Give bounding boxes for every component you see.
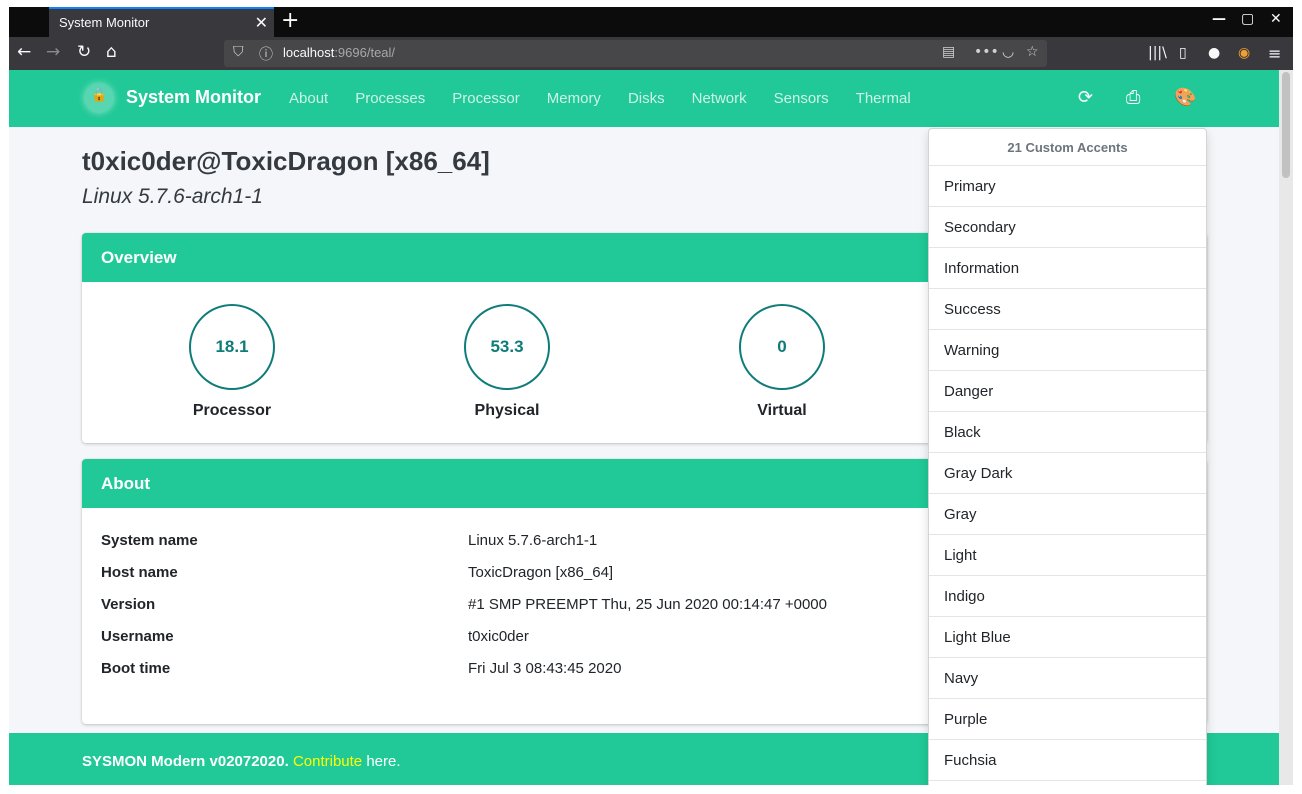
physical-gauge: 53.3 Physical bbox=[417, 304, 597, 420]
minimize-icon[interactable]: — bbox=[1212, 11, 1226, 27]
contribute-link[interactable]: Contribute bbox=[293, 753, 362, 770]
lock-logo-icon bbox=[85, 84, 113, 112]
page-scrollbar[interactable] bbox=[1279, 70, 1293, 785]
accent-option-information[interactable]: Information bbox=[929, 248, 1206, 289]
accent-option-secondary[interactable]: Secondary bbox=[929, 207, 1206, 248]
nav-link-disks[interactable]: Disks bbox=[628, 90, 665, 107]
accent-option-danger[interactable]: Danger bbox=[929, 371, 1206, 412]
page-title: t0xic0der@ToxicDragon [x86_64] bbox=[82, 146, 490, 176]
accent-option-indigo[interactable]: Indigo bbox=[929, 576, 1206, 617]
new-tab-button[interactable]: + bbox=[281, 8, 299, 33]
about-key: Host name bbox=[101, 564, 178, 581]
accent-option-fuchsia[interactable]: Fuchsia bbox=[929, 740, 1206, 781]
about-key: Username bbox=[101, 628, 174, 645]
gauge-value: 18.1 bbox=[189, 304, 275, 390]
browser-toolbar: ← → ↻ ⌂ ⛉ ⓘ localhost:9696/teal/ ▤ ••• ◡… bbox=[9, 37, 1293, 70]
footer-version: SYSMON Modern v02072020. bbox=[82, 753, 289, 770]
about-value: Fri Jul 3 08:43:45 2020 bbox=[468, 660, 622, 677]
home-icon[interactable]: ⌂ bbox=[106, 42, 117, 62]
about-value: ToxicDragon [x86_64] bbox=[468, 564, 614, 581]
accent-option-light-blue[interactable]: Light Blue bbox=[929, 617, 1206, 658]
reload-icon[interactable]: ↻ bbox=[77, 42, 91, 62]
palette-icon[interactable]: 🎨 bbox=[1174, 87, 1196, 108]
extension-icon[interactable]: ◉ bbox=[1238, 45, 1250, 61]
accent-option-purple[interactable]: Purple bbox=[929, 699, 1206, 740]
info-icon[interactable]: ⓘ bbox=[259, 44, 273, 64]
gauge-label: Virtual bbox=[757, 402, 807, 419]
bookmark-star-icon[interactable]: ☆ bbox=[1026, 44, 1039, 60]
about-key: Version bbox=[101, 596, 156, 613]
about-value: t0xic0der bbox=[468, 628, 529, 645]
tab-close-icon[interactable]: ✕ bbox=[255, 13, 268, 32]
page-actions-icon[interactable]: ••• bbox=[974, 44, 999, 60]
accent-option-navy[interactable]: Navy bbox=[929, 658, 1206, 699]
accent-dropdown-header: 21 Custom Accents bbox=[929, 129, 1206, 166]
gauge-label: Processor bbox=[192, 402, 272, 419]
footer-text: SYSMON Modern v02072020. Contribute here… bbox=[82, 753, 401, 770]
accent-option-success[interactable]: Success bbox=[929, 289, 1206, 330]
footer-suffix: here. bbox=[366, 753, 401, 770]
accent-option-gray-dark[interactable]: Gray Dark bbox=[929, 453, 1206, 494]
url-text: localhost:9696/teal/ bbox=[283, 45, 396, 60]
browser-tab[interactable]: System Monitor ✕ bbox=[49, 7, 274, 37]
page-content: System Monitor About Processes Processor… bbox=[9, 70, 1279, 785]
nav-link-processor[interactable]: Processor bbox=[452, 90, 520, 107]
close-window-icon[interactable]: ✕ bbox=[1270, 11, 1282, 27]
tab-bar: System Monitor ✕ + — ▢ ✕ bbox=[9, 7, 1293, 37]
sidebar-icon[interactable]: ▯ bbox=[1179, 45, 1187, 61]
tab-title: System Monitor bbox=[59, 15, 150, 30]
app-navbar: System Monitor About Processes Processor… bbox=[9, 70, 1279, 127]
pocket-icon[interactable]: ◡ bbox=[1002, 44, 1014, 60]
maximize-icon[interactable]: ▢ bbox=[1241, 11, 1254, 27]
accent-option-gray[interactable]: Gray bbox=[929, 494, 1206, 535]
reader-view-icon[interactable]: ▤ bbox=[942, 44, 955, 60]
scrollbar-thumb[interactable] bbox=[1282, 72, 1290, 178]
page-subtitle: Linux 5.7.6-arch1-1 bbox=[82, 185, 263, 208]
accent-option-primary[interactable]: Primary bbox=[929, 166, 1206, 207]
processor-gauge: 18.1 Processor bbox=[142, 304, 322, 420]
account-avatar-icon[interactable]: ● bbox=[1208, 45, 1220, 61]
nav-link-about[interactable]: About bbox=[289, 90, 328, 107]
url-bar[interactable]: ⛉ ⓘ localhost:9696/teal/ ▤ ••• ◡ ☆ bbox=[224, 40, 1047, 67]
about-key: Boot time bbox=[101, 660, 171, 677]
accent-dropdown: 21 Custom Accents Primary Secondary Info… bbox=[928, 128, 1207, 785]
gauge-value: 53.3 bbox=[464, 304, 550, 390]
about-value: Linux 5.7.6-arch1-1 bbox=[468, 532, 598, 549]
about-key: System name bbox=[101, 532, 198, 549]
menu-icon[interactable]: ≡ bbox=[1268, 44, 1281, 63]
shield-icon[interactable]: ⛉ bbox=[233, 44, 244, 60]
accent-option-light[interactable]: Light bbox=[929, 535, 1206, 576]
virtual-gauge: 0 Virtual bbox=[692, 304, 872, 420]
accent-option-black[interactable]: Black bbox=[929, 412, 1206, 453]
nav-link-thermal[interactable]: Thermal bbox=[856, 90, 911, 107]
nav-link-memory[interactable]: Memory bbox=[547, 90, 601, 107]
about-value: #1 SMP PREEMPT Thu, 25 Jun 2020 00:14:47… bbox=[468, 596, 827, 613]
back-icon[interactable]: ← bbox=[17, 42, 31, 62]
browser-window: System Monitor ✕ + — ▢ ✕ ← → ↻ ⌂ ⛉ ⓘ loc… bbox=[9, 7, 1293, 785]
nav-link-network[interactable]: Network bbox=[692, 90, 747, 107]
nav-link-sensors[interactable]: Sensors bbox=[774, 90, 829, 107]
forward-icon[interactable]: → bbox=[46, 42, 60, 62]
gauge-value: 0 bbox=[739, 304, 825, 390]
nav-link-processes[interactable]: Processes bbox=[355, 90, 425, 107]
accent-option-warning[interactable]: Warning bbox=[929, 330, 1206, 371]
brand-title[interactable]: System Monitor bbox=[126, 87, 261, 108]
library-icon[interactable]: |||\ bbox=[1148, 45, 1167, 61]
gauge-label: Physical bbox=[474, 402, 540, 419]
refresh-icon[interactable]: ⟳ bbox=[1078, 87, 1093, 108]
print-icon[interactable]: ⎙ bbox=[1126, 87, 1140, 108]
nav-links: About Processes Processor Memory Disks N… bbox=[289, 90, 938, 107]
